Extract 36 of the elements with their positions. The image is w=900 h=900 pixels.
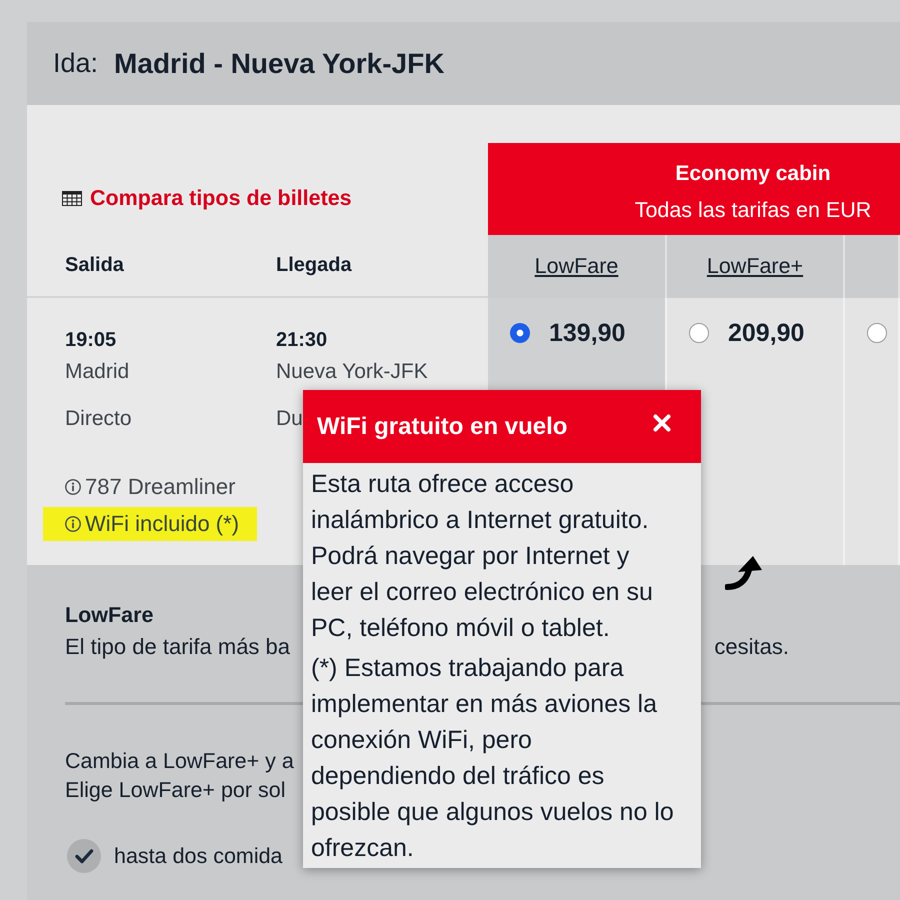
upsell-text: Cambia a LowFare+ y a bbox=[65, 748, 294, 774]
route-title: Madrid - Nueva York-JFK bbox=[114, 48, 444, 80]
amenity-text: WiFi incluido (*) bbox=[85, 511, 240, 537]
departure-time: 19:05 bbox=[65, 328, 116, 352]
curved-arrow-icon bbox=[725, 554, 765, 590]
amenity-text: 787 Dreamliner bbox=[85, 474, 236, 500]
compare-link[interactable]: Compara tipos de billetes bbox=[90, 186, 352, 211]
table-icon bbox=[62, 191, 82, 206]
popup-text: Esta ruta ofrece acceso inalámbrico a Internet gratuito. Podrá navegar por Internet y leer el correo electrónico en su PC, teléfono móvil o tablet. bbox=[311, 469, 653, 644]
upsell-text: Elige LowFare+ por sol bbox=[65, 777, 286, 803]
popup-text: (*) Estamos trabajando para implementar en más aviones la conexión WiFi, pero dependiendo del tráfico es posible que algunos vuelos no lo ofrezcan. bbox=[311, 653, 674, 864]
description-text: cesitas. bbox=[714, 634, 789, 660]
radio-button[interactable] bbox=[867, 323, 887, 343]
close-icon[interactable] bbox=[653, 414, 671, 432]
fare-price: 209,90 bbox=[728, 322, 804, 344]
duration-text: Du bbox=[276, 407, 303, 431]
feature-text: hasta dos comida bbox=[114, 844, 283, 868]
radio-button[interactable] bbox=[689, 323, 709, 343]
info-icon bbox=[65, 479, 81, 495]
stops-text: Directo bbox=[65, 407, 132, 431]
popup-title: WiFi gratuito en vuelo bbox=[317, 412, 568, 440]
info-icon bbox=[65, 516, 81, 532]
direction-label: Ida: bbox=[53, 48, 98, 79]
arrival-city: Nueva York-JFK bbox=[276, 360, 428, 384]
departure-city: Madrid bbox=[65, 360, 130, 384]
column-header: Salida bbox=[65, 254, 124, 277]
column-header: Llegada bbox=[276, 254, 352, 277]
fare-price: 139,90 bbox=[549, 322, 626, 344]
arrival-time: 21:30 bbox=[276, 328, 328, 352]
radio-button[interactable] bbox=[510, 323, 530, 343]
fare-title: LowFare bbox=[65, 602, 154, 628]
description-text: El tipo de tarifa más ba bbox=[65, 634, 290, 660]
cabin-title: Economy cabin bbox=[675, 162, 831, 186]
fare-link[interactable]: LowFare bbox=[534, 254, 618, 279]
cabin-subtitle: Todas las tarifas en EUR bbox=[634, 196, 872, 222]
fare-link[interactable]: LowFare+ bbox=[706, 254, 804, 279]
